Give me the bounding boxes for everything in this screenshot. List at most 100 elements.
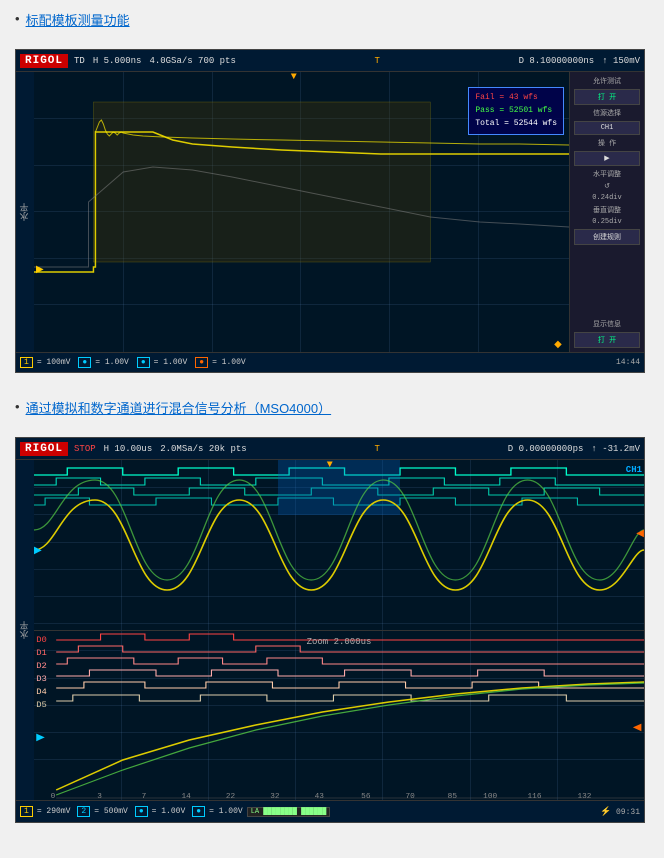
scope2-header-info: STOP H 10.00us 2.0MSa/s 20k pts T D 0.00… [74,444,640,454]
scope2: RIGOL STOP H 10.00us 2.0MSa/s 20k pts T … [15,437,645,823]
pass-count: Pass = 52501 wfs [475,105,557,118]
scope2-ch4-val: = 1.00V [209,807,243,816]
svg-text:70: 70 [406,793,415,800]
ch4-val: = 1.00V [212,358,246,367]
total-count: Total = 52544 wfs [475,118,557,131]
scope2-ch2-badge: 2 [77,806,90,817]
svg-text:D3: D3 [36,674,47,683]
scope1-trigger-time: D 8.10000000ns [519,56,595,66]
zoom-separator [34,630,644,631]
scope2-status: STOP [74,444,96,454]
scope1-trigger-marker: T [244,56,511,66]
ch3-badge: ● [137,357,150,368]
measure-popup: Fail = 43 wfs Pass = 52501 wfs Total = 5… [468,87,564,135]
info-label: 显示信息 [574,319,640,329]
fail-count: Fail = 43 wfs [475,92,557,105]
section2: • 通过模拟和数字通道进行混合信号分析（MSO4000） RIGOL STOP … [15,398,649,823]
svg-text:7: 7 [142,793,147,800]
v-adj-val: 0.25div [574,218,640,226]
svg-text:0: 0 [51,793,56,800]
scope2-timebase: H 10.00us [104,444,153,454]
scope2-footer: 1 = 290mV 2 = 500mV ● = 1.00V ● = 1.00V … [16,800,644,822]
bullet2: • [15,399,20,414]
zoom-label: Zoom 2.000us [307,637,372,647]
scope1-timebase: H 5.000ns [93,56,142,66]
svg-text:32: 32 [270,793,279,800]
scope1: RIGOL TD H 5.000ns 4.0GSa/s 700 pts T D … [15,49,645,373]
svg-text:D0: D0 [36,635,47,644]
svg-text:14: 14 [182,793,192,800]
scope2-trigger-level: ↑ -31.2mV [591,444,640,454]
section2-link[interactable]: 通过模拟和数字通道进行混合信号分析（MSO4000） [26,398,332,417]
svg-text:100: 100 [483,793,497,800]
svg-text:43: 43 [315,793,324,800]
svg-text:D1: D1 [36,648,47,657]
scope2-ylabel: 水平 [16,460,34,800]
svg-text:▶: ▶ [36,264,44,275]
ch3-val: = 1.00V [154,358,188,367]
svg-text:132: 132 [577,793,591,800]
op-btn[interactable]: ▶ [574,151,640,166]
scope1-header: RIGOL TD H 5.000ns 4.0GSa/s 700 pts T D … [16,50,644,72]
scope2-trigger-time: D 0.00000000ps [508,444,584,454]
svg-text:◆: ◆ [554,339,562,350]
scope1-right-panel: 允许测试 打 开 信源选择 CH1 操 作 ▶ 水平调整 ↺ 0.24div 垂… [569,72,644,352]
scope2-trigger-marker: T [255,444,500,454]
scope2-body: 水平 [16,460,644,800]
scope1-status: TD [74,56,85,66]
scope2-analog-waveforms [34,460,644,630]
scope1-header-info: TD H 5.000ns 4.0GSa/s 700 pts T D 8.1000… [74,56,640,66]
section1: • 标配模板测量功能 RIGOL TD H 5.000ns 4.0GSa/s 7… [15,10,649,373]
h-adj-label: 水平调整 [574,169,640,179]
section1-link[interactable]: 标配模板测量功能 [26,10,130,29]
scope2-ch3-val: = 1.00V [152,807,186,816]
ch2-badge: ● [78,357,91,368]
ch2-val: = 1.00V [95,358,129,367]
scope2-ch1-val: = 290mV [37,807,71,816]
rigol-logo1: RIGOL [20,54,68,68]
scope1-ylabel: 水平 [16,72,34,352]
svg-text:116: 116 [528,793,542,800]
svg-text:3: 3 [97,793,102,800]
h-adj-icon: ↺ [574,182,640,191]
scope2-ch1-badge: 1 [20,806,33,817]
trigger-marker2: ▼ [327,460,333,471]
scope2-ch2-val: = 500mV [94,807,128,816]
scope2-ch3-badge: ● [135,806,148,817]
rigol-logo2: RIGOL [20,442,68,456]
svg-text:◀: ◀ [633,722,642,733]
svg-text:D4: D4 [36,687,47,696]
scope1-footer: 1 = 100mV ● = 1.00V ● = 1.00V ● = 1.00V … [16,352,644,372]
test-btn[interactable]: 打 开 [574,89,640,105]
usb-icon: ⚡ [600,807,611,817]
op-label: 操 作 [574,138,640,148]
trigger-marker-right: ◀ [636,528,644,540]
trigger-marker-left: ▶ [34,545,42,557]
svg-text:56: 56 [361,793,370,800]
test-label: 允许测试 [574,76,640,86]
scope2-samplerate: 2.0MSa/s 20k pts [160,444,246,454]
info-btn[interactable]: 打 开 [574,332,640,348]
v-adj-label: 垂直调整 [574,205,640,215]
la-badge: LA ████████ ██████ [247,807,331,817]
ch1-badge: 1 [20,357,33,368]
scope1-body: 水平 ▼ [16,72,644,352]
rule-btn[interactable]: 创建规则 [574,229,640,245]
scope2-digital-waveforms: D0 D1 D2 D3 D4 [34,630,644,800]
svg-text:▶: ▶ [36,732,45,743]
scope2-ch4-badge: ● [192,806,205,817]
ch1-val: = 100mV [37,358,71,367]
svg-text:22: 22 [226,793,235,800]
svg-text:D2: D2 [36,661,47,670]
scope1-time: 14:44 [616,358,640,367]
source-label: 信源选择 [574,108,640,118]
scope2-time: ⚡ 09:31 [600,807,640,817]
scope1-samplerate: 4.0GSa/s 700 pts [149,56,235,66]
ch4-badge: ● [195,357,208,368]
bullet1: • [15,11,20,26]
source-ch[interactable]: CH1 [574,121,640,135]
h-adj-val: 0.24div [574,194,640,202]
scope1-trigger-level: ↑ 150mV [602,56,640,66]
scope2-header: RIGOL STOP H 10.00us 2.0MSa/s 20k pts T … [16,438,644,460]
scope1-screen: ▼ ▶ ◆ [34,72,569,352]
